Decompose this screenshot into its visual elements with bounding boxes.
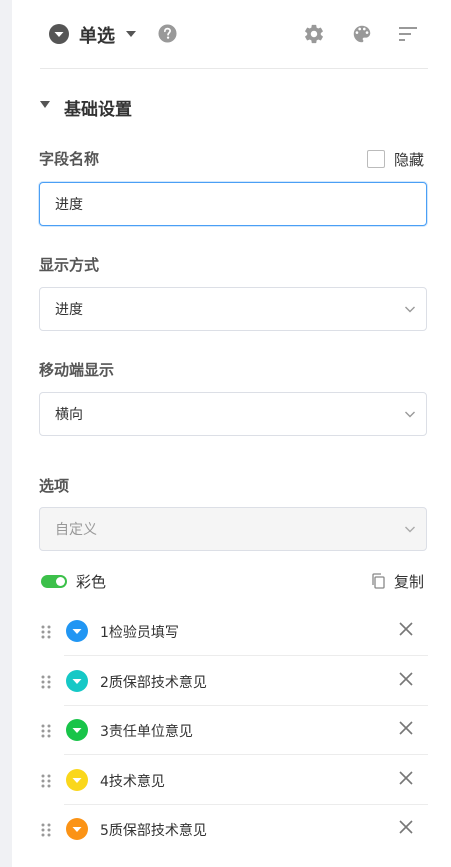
option-label[interactable]: 2质保部技术意见 bbox=[100, 672, 207, 692]
display-mode-select[interactable]: 进度 bbox=[39, 287, 427, 331]
option-color-icon[interactable] bbox=[66, 719, 88, 741]
header-divider bbox=[40, 68, 428, 69]
help-icon[interactable] bbox=[158, 24, 177, 43]
option-color-icon[interactable] bbox=[66, 818, 88, 840]
copy-button[interactable]: 复制 bbox=[394, 571, 424, 592]
close-icon[interactable] bbox=[398, 621, 414, 637]
option-label[interactable]: 5质保部技术意见 bbox=[100, 820, 207, 840]
field-name-input[interactable]: 进度 bbox=[39, 182, 427, 226]
display-mode-label: 显示方式 bbox=[39, 256, 100, 274]
field-type-label[interactable]: 单选 bbox=[79, 22, 115, 48]
display-mode-value: 进度 bbox=[55, 302, 83, 318]
drag-handle-icon[interactable] bbox=[40, 774, 52, 788]
field-settings-panel: 单选 基础设置 字段名称 隐藏 进度 显示方式 进度 移动端显示 横向 选项 自… bbox=[0, 0, 451, 867]
color-toggle-knob bbox=[56, 577, 65, 586]
color-toggle-label: 彩色 bbox=[76, 573, 107, 591]
section-title[interactable]: 基础设置 bbox=[64, 95, 132, 120]
collapse-caret-icon[interactable] bbox=[40, 101, 50, 109]
options-label: 选项 bbox=[39, 477, 70, 495]
close-icon[interactable] bbox=[398, 819, 414, 835]
drag-handle-icon[interactable] bbox=[40, 823, 52, 837]
option-label[interactable]: 1检验员填写 bbox=[100, 622, 179, 642]
mobile-display-select[interactable]: 横向 bbox=[39, 392, 427, 436]
field-name-label: 字段名称 bbox=[39, 150, 100, 168]
chevron-down-icon bbox=[405, 306, 415, 313]
drag-handle-icon[interactable] bbox=[40, 675, 52, 689]
settings-gear-icon[interactable] bbox=[303, 23, 325, 45]
option-label[interactable]: 4技术意见 bbox=[100, 771, 165, 791]
chevron-down-icon bbox=[405, 526, 415, 533]
hidden-checkbox-label[interactable]: 隐藏 bbox=[394, 149, 424, 170]
close-icon[interactable] bbox=[398, 770, 414, 786]
option-label[interactable]: 3责任单位意见 bbox=[100, 721, 193, 741]
dropdown-caret-icon[interactable] bbox=[125, 29, 137, 39]
options-source-value: 自定义 bbox=[55, 522, 97, 538]
field-type-icon[interactable] bbox=[48, 23, 70, 45]
hidden-checkbox[interactable] bbox=[367, 150, 385, 168]
chevron-down-icon bbox=[405, 411, 415, 418]
copy-icon[interactable] bbox=[371, 573, 385, 589]
option-item[interactable]: 4技术意见 bbox=[40, 756, 428, 805]
close-icon[interactable] bbox=[398, 720, 414, 736]
sort-lines-icon[interactable] bbox=[399, 26, 417, 42]
option-item[interactable]: 3责任单位意见 bbox=[40, 706, 428, 755]
drag-handle-icon[interactable] bbox=[40, 724, 52, 738]
option-item[interactable]: 5质保部技术意见 bbox=[40, 805, 428, 854]
palette-icon[interactable] bbox=[351, 23, 373, 45]
field-name-value: 进度 bbox=[55, 197, 83, 213]
mobile-display-value: 横向 bbox=[55, 407, 83, 423]
option-item[interactable]: 2质保部技术意见 bbox=[40, 657, 428, 706]
option-color-icon[interactable] bbox=[66, 669, 88, 692]
options-source-select: 自定义 bbox=[39, 507, 427, 551]
mobile-display-label: 移动端显示 bbox=[39, 361, 115, 379]
color-toggle[interactable] bbox=[41, 575, 67, 588]
option-color-icon[interactable] bbox=[66, 768, 88, 791]
close-icon[interactable] bbox=[398, 671, 414, 687]
option-color-icon[interactable] bbox=[66, 620, 88, 642]
option-item[interactable]: 1检验员填写 bbox=[40, 607, 428, 656]
drag-handle-icon[interactable] bbox=[40, 625, 52, 639]
